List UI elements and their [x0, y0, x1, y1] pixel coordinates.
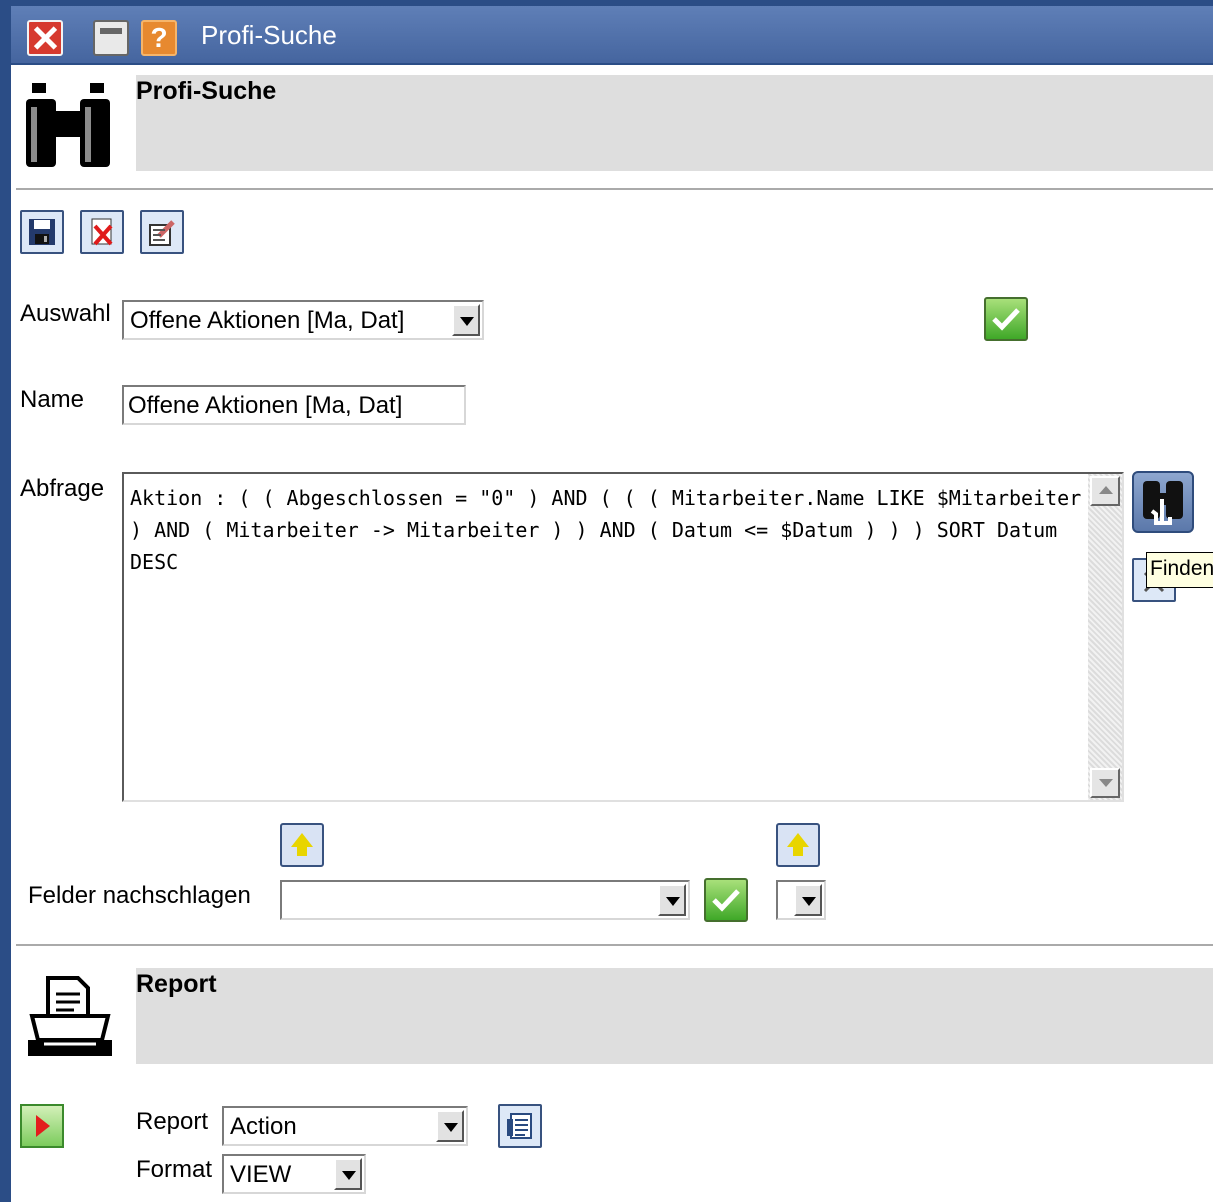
delete-button[interactable] [80, 210, 124, 254]
minimize-icon[interactable] [93, 20, 129, 56]
find-button[interactable] [1132, 471, 1194, 533]
scroll-down-icon[interactable] [1090, 768, 1120, 798]
abfrage-textarea[interactable]: Aktion : ( ( Abgeschlossen = "0" ) AND (… [122, 472, 1124, 802]
find-tooltip: Finden [1146, 552, 1213, 588]
report-list-icon [507, 1113, 532, 1139]
auswahl-label: Auswahl [20, 300, 111, 327]
report-label: Report [136, 1108, 209, 1135]
scrollbar[interactable] [1088, 474, 1122, 800]
chevron-down-icon[interactable] [658, 884, 686, 916]
felder-label: Felder nachschlagen [28, 882, 251, 909]
printer-icon [22, 970, 118, 1062]
binoculars-icon [22, 79, 114, 169]
check-icon [712, 889, 740, 912]
chevron-down-icon[interactable] [452, 304, 480, 336]
insert-field-up-button[interactable] [280, 823, 324, 867]
name-input[interactable]: Offene Aktionen [Ma, Dat] [122, 385, 466, 425]
search-section-heading: Profi-Suche [136, 77, 277, 105]
operator-select[interactable] [776, 880, 826, 920]
abfrage-label: Abfrage [20, 475, 105, 502]
chevron-down-icon[interactable] [334, 1158, 362, 1190]
edit-button[interactable] [140, 210, 184, 254]
auswahl-value: Offene Aktionen [Ma, Dat] [130, 307, 405, 334]
window-frame-left [0, 0, 11, 1202]
report-section-heading: Report [136, 970, 217, 998]
scroll-up-icon[interactable] [1090, 476, 1120, 506]
apply-selection-button[interactable] [984, 297, 1028, 341]
close-icon[interactable] [27, 20, 63, 56]
chevron-down-icon[interactable] [436, 1110, 464, 1142]
divider [16, 188, 1213, 190]
felder-select[interactable] [280, 880, 690, 920]
abfrage-query-text[interactable]: Aktion : ( ( Abgeschlossen = "0" ) AND (… [130, 482, 1090, 578]
name-label: Name [20, 386, 85, 413]
check-icon [992, 308, 1020, 331]
format-select[interactable]: VIEW [222, 1154, 366, 1194]
auswahl-select[interactable]: Offene Aktionen [Ma, Dat] [122, 300, 484, 340]
format-label: Format [136, 1156, 213, 1183]
insert-operator-up-button[interactable] [776, 823, 820, 867]
save-icon [29, 219, 55, 245]
report-value: Action [230, 1113, 297, 1140]
delete-icon [91, 218, 113, 246]
report-settings-button[interactable] [498, 1104, 542, 1148]
apply-field-button[interactable] [704, 878, 748, 922]
save-button[interactable] [20, 210, 64, 254]
help-icon[interactable]: ? [141, 20, 177, 56]
title-bar: ? Profi-Suche [11, 6, 1213, 65]
report-section-header: Report [136, 968, 1213, 1064]
run-report-button[interactable] [20, 1104, 64, 1148]
edit-icon [149, 220, 175, 246]
divider [16, 944, 1213, 946]
chevron-down-icon[interactable] [794, 884, 822, 916]
report-select[interactable]: Action [222, 1106, 468, 1146]
format-value: VIEW [230, 1161, 292, 1188]
window-title: Profi-Suche [201, 20, 337, 50]
binoculars-icon [1143, 481, 1183, 525]
search-section-header: Profi-Suche [136, 75, 1213, 171]
